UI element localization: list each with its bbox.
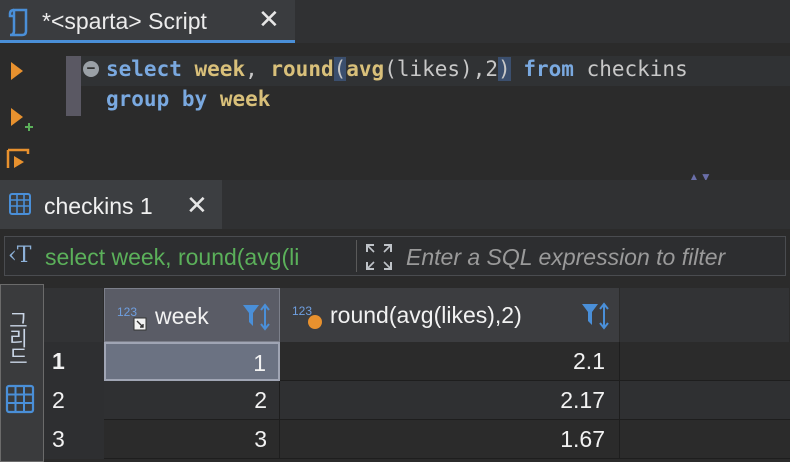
grid-panel-label[interactable]: 그리드 — [5, 310, 31, 364]
keyword-from: from — [523, 57, 574, 81]
row-number[interactable]: 3 — [44, 420, 104, 459]
filter-expression-input[interactable]: Enter a SQL expression to filter — [406, 244, 725, 271]
function-round: round — [270, 57, 334, 81]
grid-icon — [9, 193, 31, 215]
keyword-select: select — [106, 57, 182, 81]
filter-query-text[interactable]: select week, round(avg(li — [45, 244, 348, 271]
code-line-1[interactable]: select week, round(avg(likes),2) from ch… — [106, 57, 688, 81]
key-icon — [133, 317, 147, 331]
function-avg: avg — [346, 57, 385, 81]
script-icon — [8, 8, 28, 37]
code-number: 2 — [485, 57, 499, 81]
column-header-round-avg-likes[interactable]: 123 round(avg(likes),2) — [280, 288, 620, 342]
code-comma: , — [245, 57, 271, 81]
execute-new-tab-icon[interactable] — [8, 106, 34, 136]
cell-round[interactable]: 2.1 — [280, 342, 620, 381]
matched-paren-open: ( — [333, 57, 347, 81]
numeric-type-badge: 123 — [292, 304, 313, 318]
empty-header-area — [620, 288, 790, 342]
close-icon[interactable]: ✕ — [186, 192, 208, 218]
tab-checkins-1[interactable]: checkins 1 ✕ — [0, 180, 222, 229]
row-number[interactable]: 1 — [44, 342, 104, 381]
expand-icon[interactable] — [364, 242, 394, 272]
cell-week[interactable]: 1 — [104, 342, 280, 381]
column-week: week — [219, 87, 271, 111]
matched-paren-close: ) — [498, 57, 511, 81]
computed-column-icon — [308, 315, 322, 329]
table-row[interactable]: 1 1 2.1 — [44, 342, 790, 381]
grid-icon[interactable] — [5, 384, 35, 414]
filter-sort-icon[interactable] — [580, 301, 612, 331]
filter-sort-icon[interactable] — [241, 302, 273, 332]
editor-tab-title: *<sparta> Script — [42, 8, 207, 34]
table-name: checkins — [586, 57, 688, 81]
tab-sparta-script[interactable]: *<sparta> Script ✕ — [0, 0, 295, 43]
filter-divider — [356, 240, 357, 272]
close-icon[interactable]: ✕ — [258, 6, 280, 32]
fold-toggle-icon[interactable]: − — [83, 61, 99, 77]
row-number[interactable]: 2 — [44, 381, 104, 420]
cell-round[interactable]: 1.67 — [280, 420, 620, 459]
results-tab-title: checkins 1 — [44, 193, 153, 219]
code-args: (likes), — [384, 57, 486, 81]
keyword-group-by: group by — [106, 87, 208, 111]
execute-statement-icon[interactable] — [8, 60, 26, 82]
sql-text-icon[interactable]: ‹T — [8, 243, 31, 268]
statement-marker — [66, 56, 81, 116]
empty-cell — [620, 342, 790, 381]
cell-round[interactable]: 2.17 — [280, 381, 620, 420]
empty-cell — [620, 420, 790, 459]
column-label-week: week — [155, 303, 209, 329]
table-row[interactable]: 2 2 2.17 — [44, 381, 790, 420]
row-number-header[interactable] — [44, 288, 104, 342]
cell-week[interactable]: 3 — [104, 420, 280, 459]
column-week: week — [194, 57, 246, 81]
table-row[interactable]: 3 3 1.67 — [44, 420, 790, 459]
code-line-2[interactable]: group by week — [106, 87, 270, 111]
column-header-week[interactable]: 123 week — [104, 288, 280, 342]
empty-cell — [620, 381, 790, 420]
execute-script-icon[interactable] — [6, 148, 32, 170]
column-label-round: round(avg(likes),2) — [330, 302, 522, 328]
cell-week[interactable]: 2 — [104, 381, 280, 420]
